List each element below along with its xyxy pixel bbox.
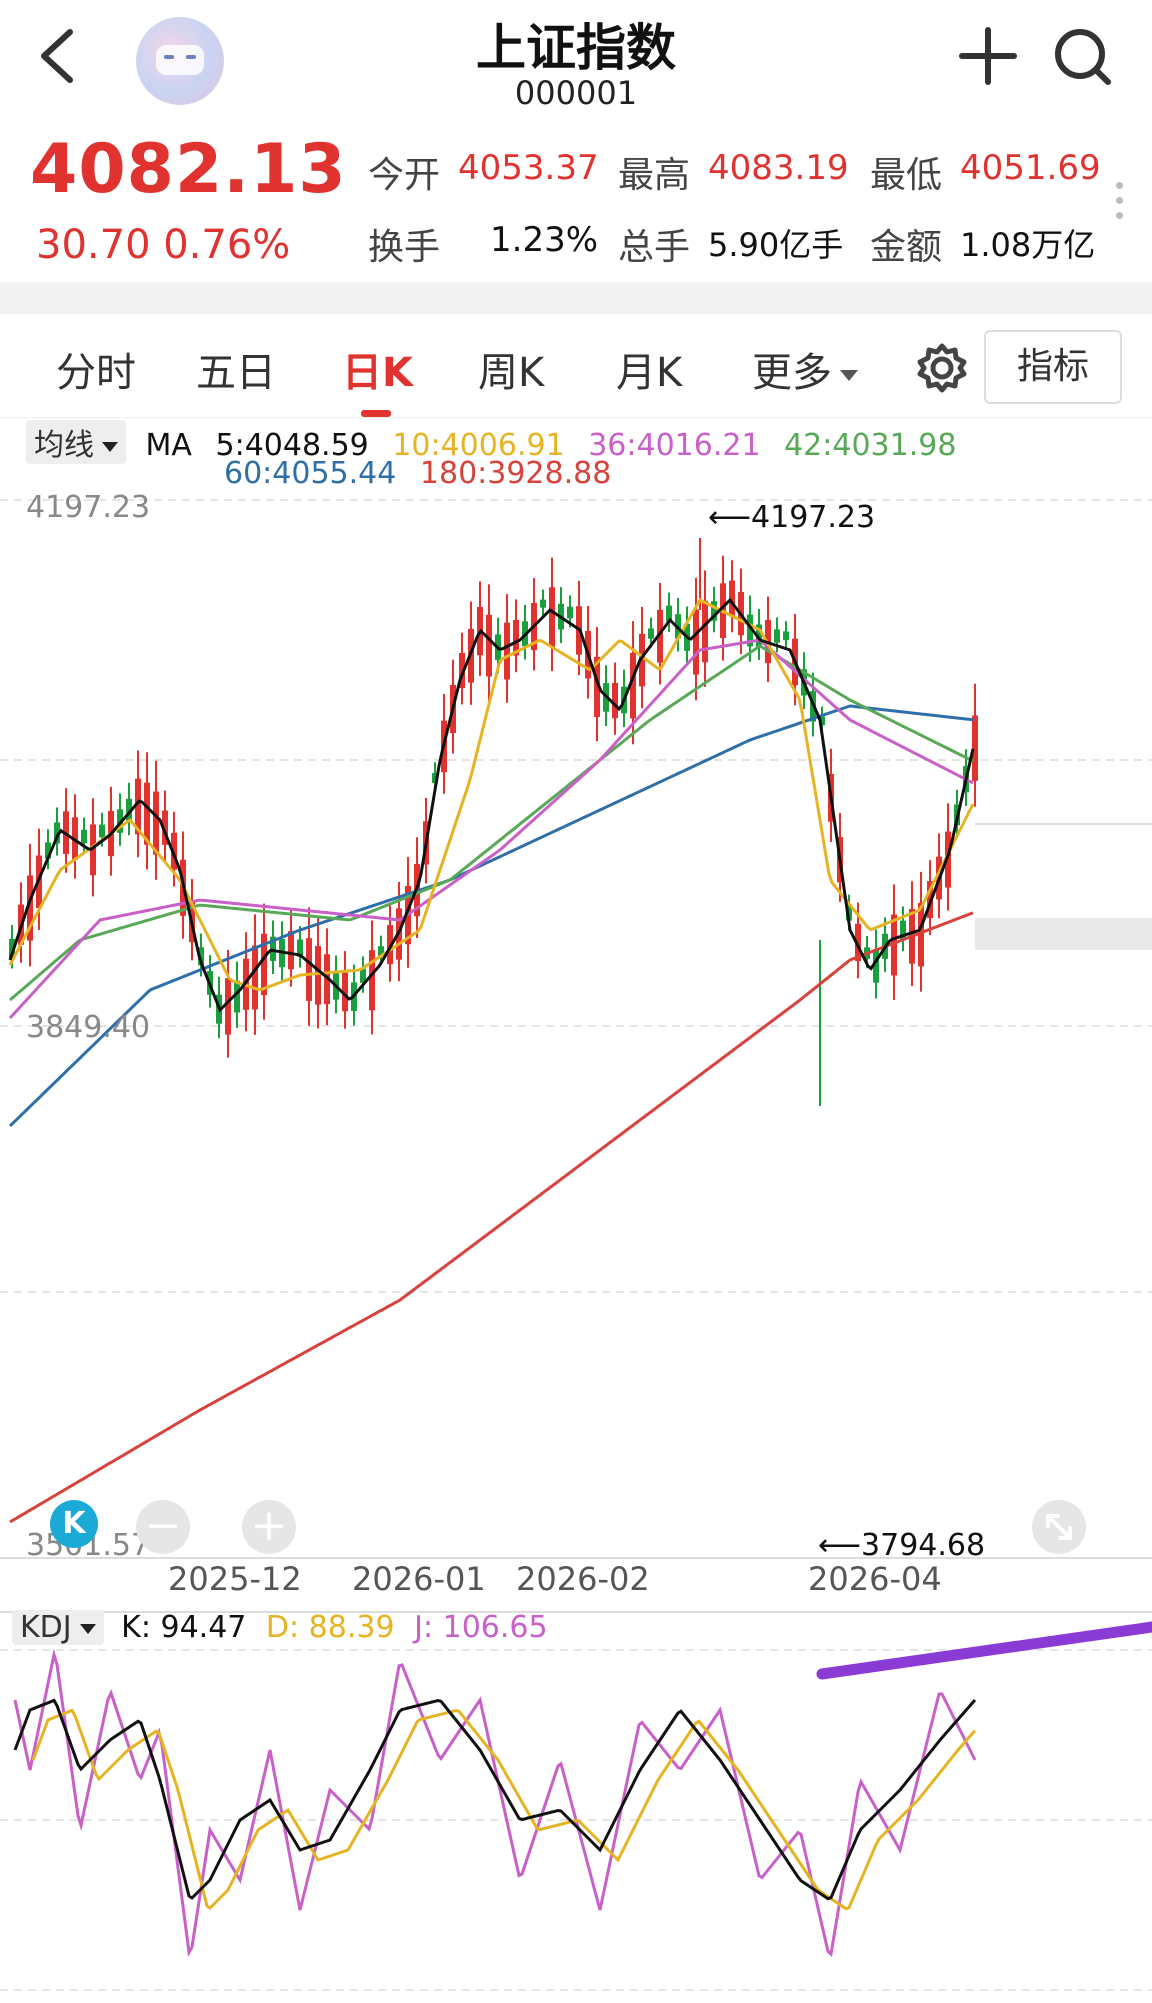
candle-up — [225, 978, 231, 1035]
candle-down — [567, 606, 573, 619]
candle-down — [648, 628, 654, 639]
high-marker-value: 4197.23 — [751, 500, 876, 535]
x-axis-label: 2025-12 — [168, 1560, 302, 1598]
candle-up — [306, 938, 312, 1001]
kdj-selector-label: KDJ — [20, 1610, 72, 1645]
candle-up — [702, 600, 708, 663]
fullscreen-button[interactable] — [1032, 1500, 1086, 1554]
kdj-k-value: K: 94.47 — [121, 1610, 247, 1645]
x-axis-label: 2026-02 — [516, 1560, 650, 1598]
candle-up — [693, 609, 699, 675]
minus-icon: − — [144, 1500, 182, 1551]
zoom-out-button[interactable]: − — [136, 1500, 190, 1554]
low-marker-value: 3794.68 — [861, 1528, 986, 1563]
candle-down — [774, 629, 780, 643]
chevron-down-icon — [79, 1623, 96, 1634]
ma60-line — [8, 704, 974, 1128]
current-price-band — [975, 918, 1152, 950]
kline-chart[interactable] — [0, 0, 1152, 2003]
ma180-line — [9, 911, 974, 1524]
candle-up — [486, 614, 492, 677]
kdj-selector[interactable]: KDJ — [12, 1610, 104, 1645]
kdj-lines — [13, 1621, 1152, 1957]
y-axis-top-label: 4197.23 — [26, 490, 151, 525]
candle-up — [612, 682, 618, 719]
candle-up — [972, 715, 978, 781]
candle-up — [252, 945, 258, 1010]
kdj-d-value: D: 88.39 — [265, 1610, 395, 1645]
k-badge-icon[interactable]: K — [50, 1500, 98, 1548]
x-axis-label: 2026-01 — [352, 1560, 486, 1598]
expand-icon — [1046, 1514, 1072, 1540]
candlesticks — [9, 538, 978, 1106]
ma-lines — [8, 597, 975, 1524]
candle-down — [540, 599, 546, 608]
zoom-in-button[interactable]: + — [242, 1500, 296, 1554]
candle-up — [504, 622, 510, 680]
kdj-legend: KDJ K: 94.47 D: 88.39 J: 106.65 — [12, 1610, 548, 1645]
high-marker: ⟵4197.23 — [708, 500, 876, 535]
candle-up — [153, 791, 159, 855]
kdj-j-value: J: 106.65 — [414, 1610, 548, 1645]
x-axis-label: 2026-04 — [808, 1560, 942, 1598]
candle-up — [288, 931, 294, 970]
low-marker: ⟵3794.68 — [818, 1528, 986, 1563]
candle-up — [144, 782, 150, 845]
kdj-j-line — [13, 1648, 977, 1957]
plus-icon: + — [250, 1500, 288, 1551]
candle-down — [81, 829, 87, 844]
y-axis-mid-label: 3849.40 — [26, 1010, 151, 1045]
candle-up — [315, 946, 321, 1005]
candle-down — [783, 631, 789, 641]
chart-grid — [0, 499, 1152, 1991]
candle-down — [99, 824, 105, 838]
candle-up — [549, 587, 555, 648]
